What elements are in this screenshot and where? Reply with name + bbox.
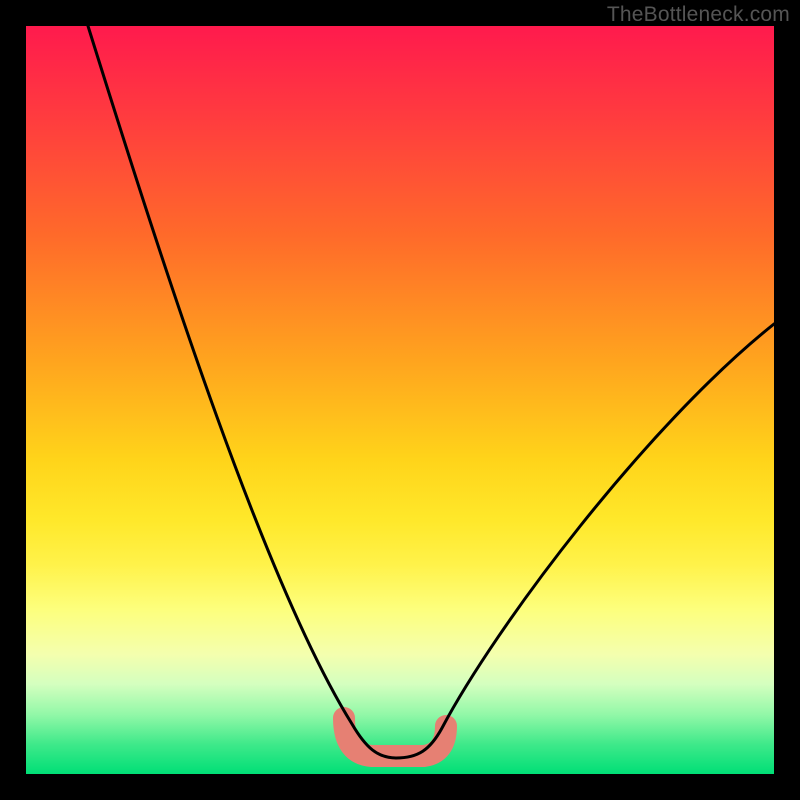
curve-left	[88, 26, 396, 758]
curve-right	[396, 324, 774, 758]
trough-marker	[344, 718, 446, 756]
plot-area	[26, 26, 774, 774]
curve-layer	[26, 26, 774, 774]
watermark-text: TheBottleneck.com	[607, 3, 790, 27]
chart-frame: TheBottleneck.com	[0, 0, 800, 800]
